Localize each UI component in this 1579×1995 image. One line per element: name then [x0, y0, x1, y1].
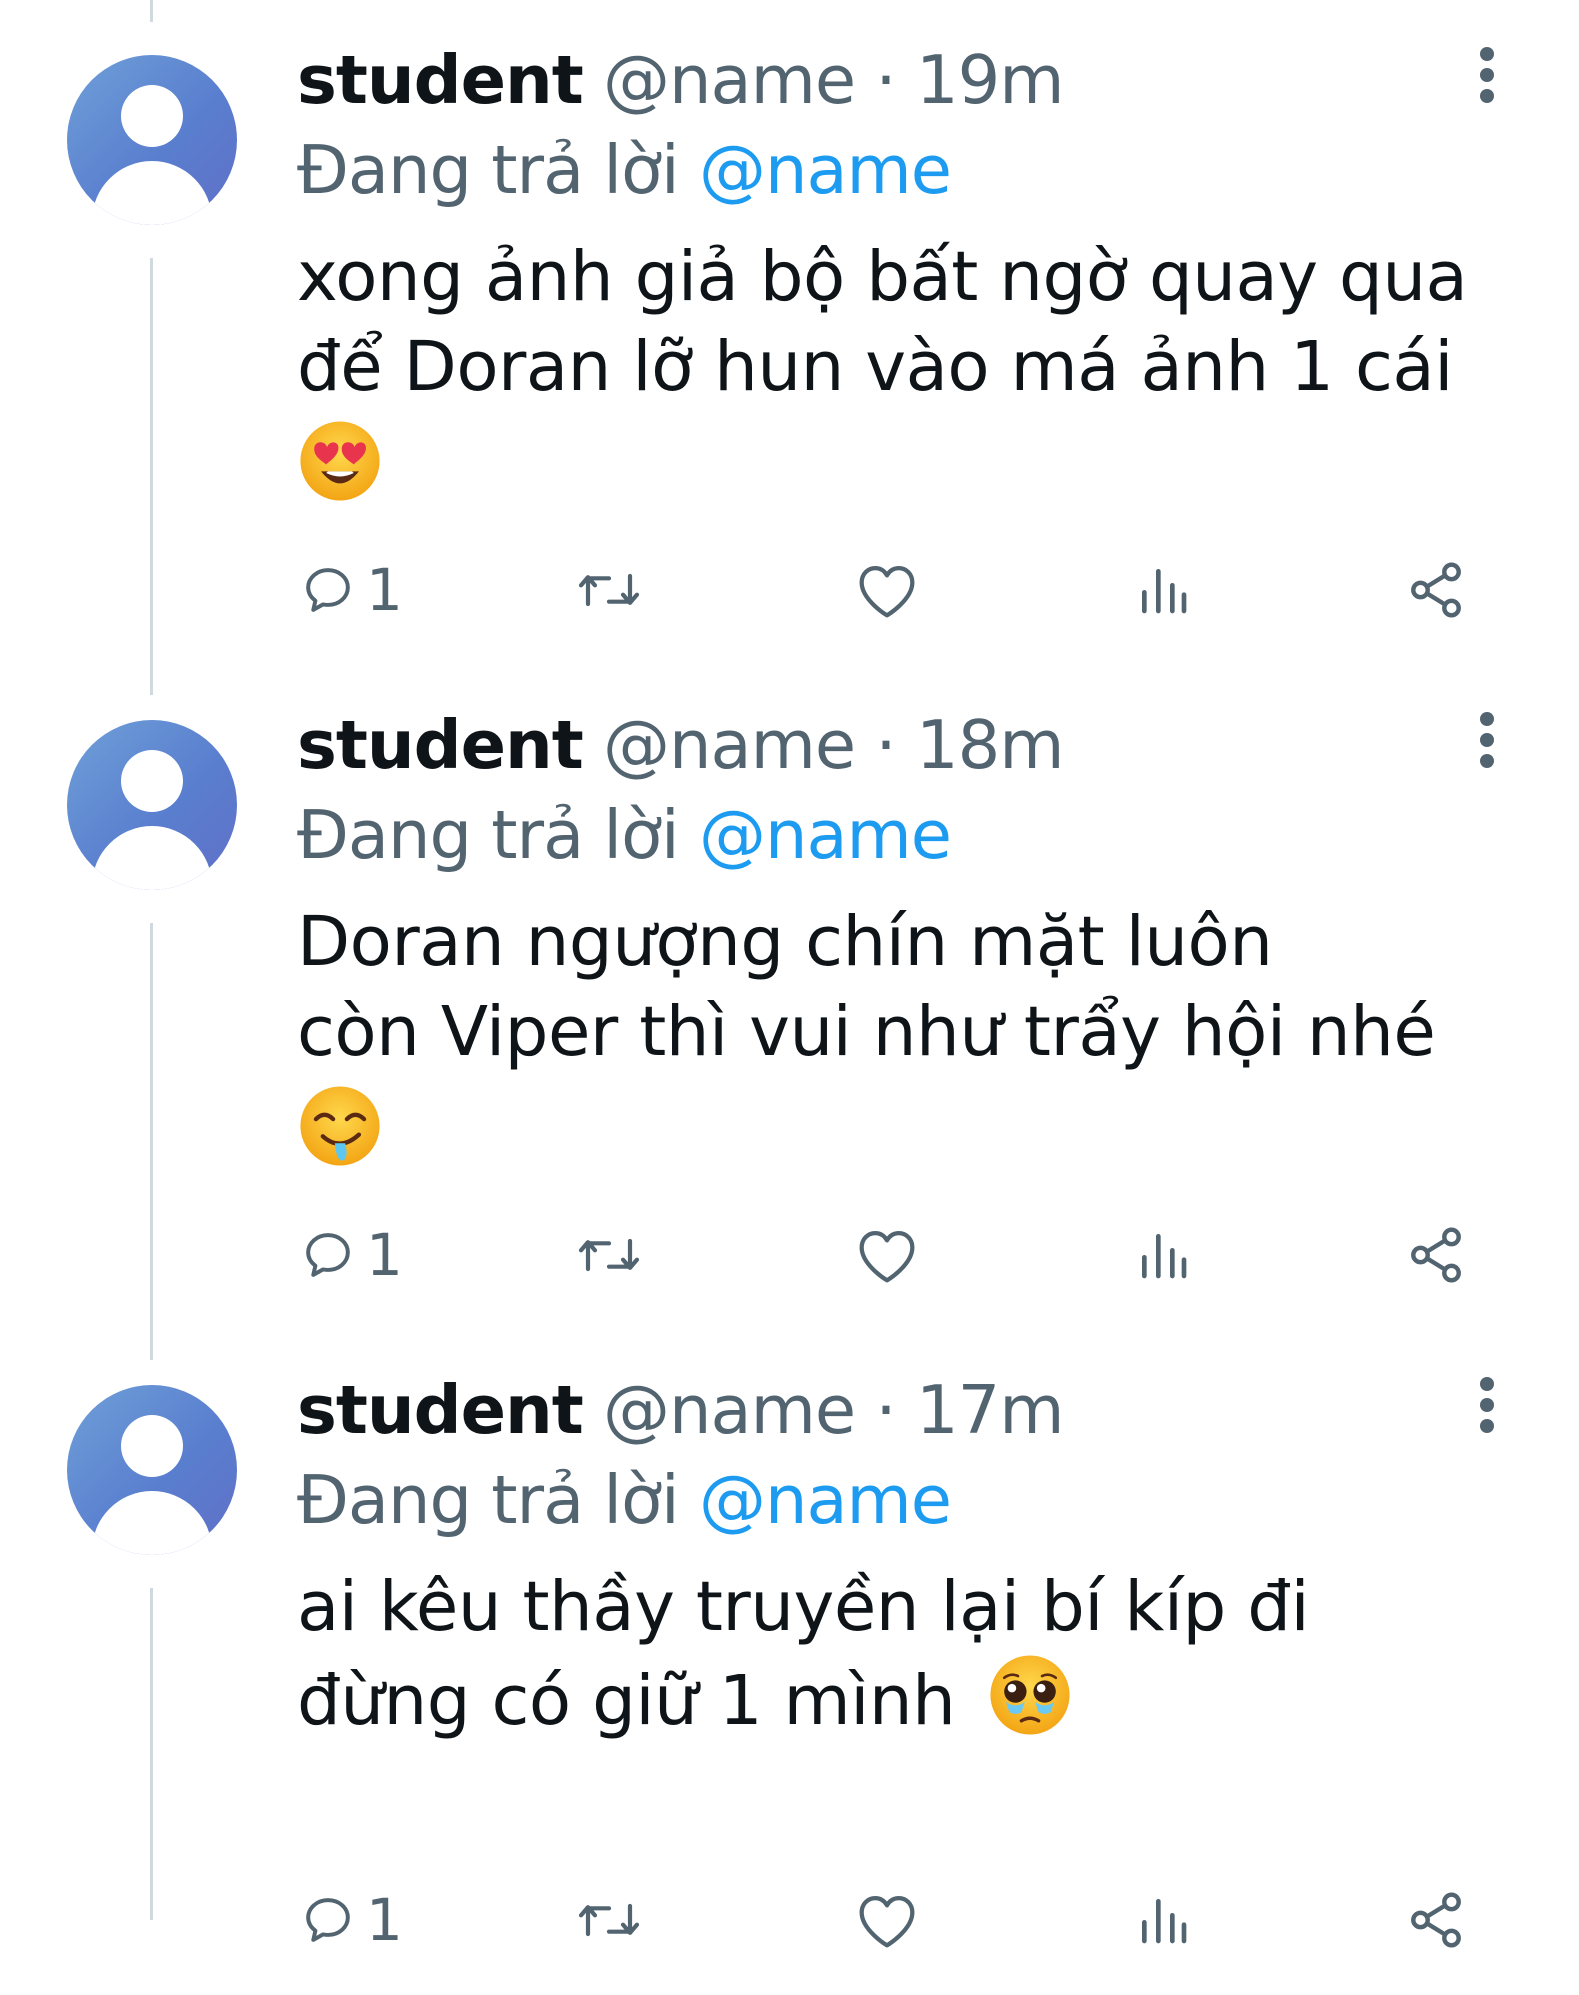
like-button[interactable] — [855, 545, 919, 635]
tweet[interactable]: student @name · 19m Đang trả lời @name x… — [0, 0, 1579, 665]
retweet-icon — [578, 1238, 640, 1272]
reply-button[interactable]: 1 — [300, 545, 403, 635]
share-icon — [1411, 1227, 1461, 1283]
avatar-head-shape — [121, 1415, 183, 1477]
tweet[interactable]: student @name · 17m Đang trả lời @name a… — [0, 1330, 1579, 1995]
separator: · — [875, 706, 896, 784]
share-icon — [1411, 1892, 1461, 1948]
views-button[interactable] — [1135, 1210, 1191, 1300]
analytics-icon — [1142, 1234, 1187, 1279]
tweet-text-line: ai kêu thầy truyền lại bí kíp đi — [297, 1567, 1310, 1647]
reply-icon — [306, 1898, 350, 1942]
reply-icon — [306, 1233, 350, 1277]
timestamp[interactable]: 18m — [916, 706, 1065, 784]
handle[interactable]: @name — [603, 41, 856, 119]
reply-prefix: Đang trả lời — [297, 1461, 680, 1539]
tweet-text: ai kêu thầy truyền lại bí kíp đi đừng có… — [297, 1562, 1497, 1746]
separator: · — [875, 41, 896, 119]
like-button[interactable] — [855, 1210, 919, 1300]
share-button[interactable] — [1405, 1210, 1467, 1300]
reply-button[interactable]: 1 — [300, 1210, 403, 1300]
retweet-button[interactable] — [572, 1210, 646, 1300]
tweet[interactable]: student @name · 18m Đang trả lời @name D… — [0, 665, 1579, 1330]
heart-eyes-emoji — [300, 421, 380, 501]
handle[interactable]: @name — [603, 1371, 856, 1449]
tweet-text-line: Doran ngượng chín mặt luôn — [297, 902, 1273, 982]
tweet-actions: 1 — [0, 1875, 1579, 1965]
replying-to: Đang trả lời @name — [297, 795, 952, 875]
heart-icon — [859, 1896, 915, 1948]
pleading-face-emoji — [990, 1655, 1070, 1735]
separator: · — [875, 1371, 896, 1449]
tweet-text-line: còn Viper thì vui như trẩy hội nhé — [297, 992, 1436, 1072]
tweet-actions: 1 — [0, 1210, 1579, 1300]
reply-button[interactable]: 1 — [300, 1875, 403, 1965]
avatar-body-shape — [92, 161, 212, 225]
retweet-icon — [578, 1903, 640, 1937]
analytics-icon — [1142, 1899, 1187, 1944]
tweet-header: student @name · 19m — [297, 40, 1065, 120]
avatar-body-shape — [92, 1491, 212, 1555]
handle[interactable]: @name — [603, 706, 856, 784]
tweet-text-line: xong ảnh giả bộ bất ngờ quay qua — [297, 237, 1468, 317]
reply-count: 1 — [366, 1886, 403, 1954]
analytics-icon — [1142, 569, 1187, 614]
retweet-icon — [578, 573, 640, 607]
avatar[interactable] — [67, 720, 237, 890]
views-button[interactable] — [1135, 545, 1191, 635]
reply-prefix: Đang trả lời — [297, 131, 680, 209]
more-options-icon[interactable] — [1470, 1375, 1506, 1435]
reply-count: 1 — [366, 1221, 403, 1289]
reply-count: 1 — [366, 556, 403, 624]
like-button[interactable] — [855, 1875, 919, 1965]
tweet-text: xong ảnh giả bộ bất ngờ quay qua để Dora… — [297, 232, 1497, 512]
display-name[interactable]: student — [297, 1371, 584, 1449]
timestamp[interactable]: 17m — [916, 1371, 1065, 1449]
more-options-icon[interactable] — [1470, 710, 1506, 770]
reply-icon — [306, 568, 350, 612]
share-button[interactable] — [1405, 1875, 1467, 1965]
avatar-body-shape — [92, 826, 212, 890]
replying-to: Đang trả lời @name — [297, 130, 952, 210]
more-options-icon[interactable] — [1470, 45, 1506, 105]
display-name[interactable]: student — [297, 41, 584, 119]
heart-icon — [859, 1231, 915, 1283]
share-button[interactable] — [1405, 545, 1467, 635]
reply-prefix: Đang trả lời — [297, 796, 680, 874]
avatar-head-shape — [121, 85, 183, 147]
tweet-text-line: đừng có giữ 1 mình — [297, 1661, 956, 1741]
avatar[interactable] — [67, 55, 237, 225]
tweet-text-line: để Doran lỡ hun vào má ảnh 1 cái — [297, 327, 1453, 407]
share-icon — [1411, 562, 1461, 618]
views-button[interactable] — [1135, 1875, 1191, 1965]
timestamp[interactable]: 19m — [916, 41, 1065, 119]
avatar-head-shape — [121, 750, 183, 812]
retweet-button[interactable] — [572, 545, 646, 635]
retweet-button[interactable] — [572, 1875, 646, 1965]
reply-mention-link[interactable]: @name — [699, 796, 952, 874]
heart-icon — [859, 566, 915, 618]
tweet-header: student @name · 17m — [297, 1370, 1065, 1450]
display-name[interactable]: student — [297, 706, 584, 784]
replying-to: Đang trả lời @name — [297, 1460, 952, 1540]
avatar[interactable] — [67, 1385, 237, 1555]
tweet-actions: 1 — [0, 545, 1579, 635]
drooling-face-emoji — [300, 1086, 380, 1166]
tweet-text: Doran ngượng chín mặt luôn còn Viper thì… — [297, 897, 1497, 1177]
tweet-header: student @name · 18m — [297, 705, 1065, 785]
reply-mention-link[interactable]: @name — [699, 1461, 952, 1539]
reply-mention-link[interactable]: @name — [699, 131, 952, 209]
